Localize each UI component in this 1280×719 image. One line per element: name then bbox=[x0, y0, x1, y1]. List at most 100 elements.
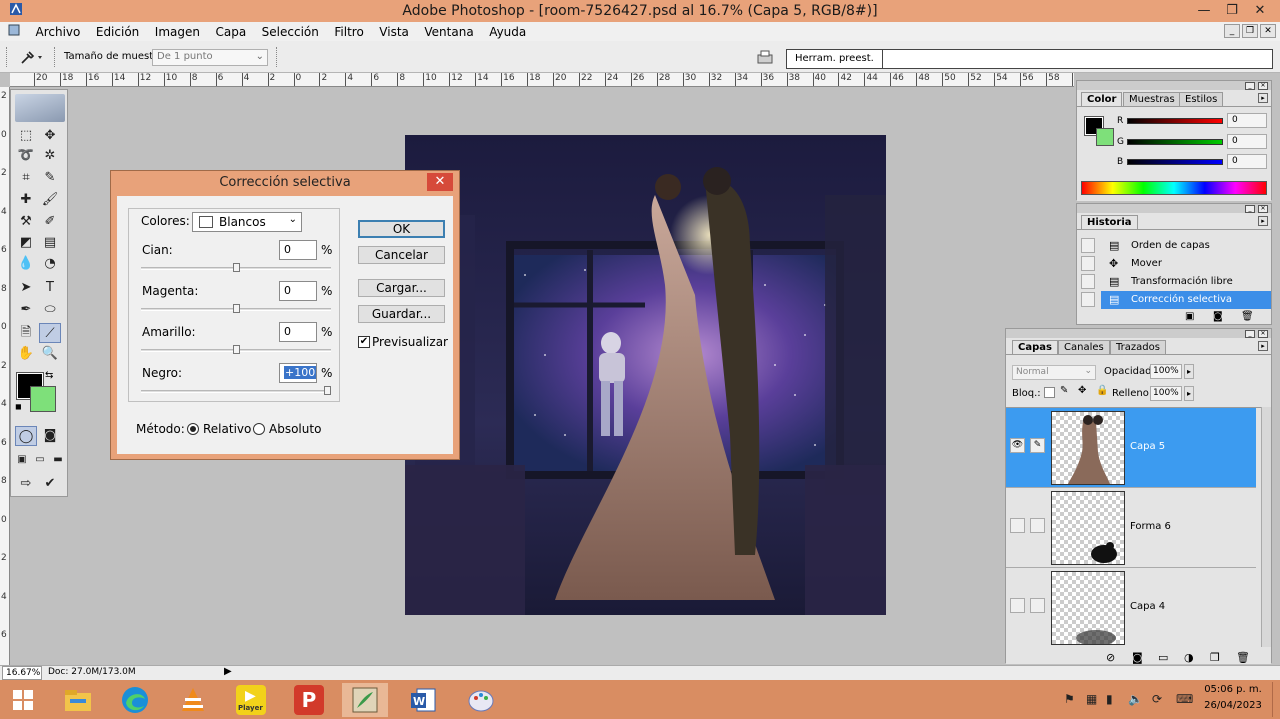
tab-styles[interactable]: Estilos bbox=[1179, 92, 1224, 106]
menu-filtro[interactable]: Filtro bbox=[328, 23, 369, 42]
blue-channel-bar[interactable] bbox=[1127, 159, 1223, 165]
file-browser-icon[interactable] bbox=[756, 49, 774, 68]
magic-wand-tool-icon[interactable]: ✲ bbox=[39, 146, 61, 166]
menu-ayuda[interactable]: Ayuda bbox=[483, 23, 532, 42]
history-palette-header[interactable] bbox=[1077, 204, 1271, 213]
yellow-slider-thumb[interactable] bbox=[232, 345, 240, 354]
color-palette-header[interactable] bbox=[1077, 81, 1271, 90]
palette-minimize-icon[interactable]: _ bbox=[1245, 82, 1255, 90]
palette-close-icon[interactable]: ✕ bbox=[1258, 330, 1268, 338]
brush-tool-icon[interactable]: 🖌 bbox=[39, 190, 61, 210]
menu-seleccion[interactable]: Selección bbox=[256, 23, 325, 42]
gradient-tool-icon[interactable]: ▤ bbox=[39, 233, 61, 253]
sample-size-select[interactable]: De 1 punto ⌄ bbox=[152, 49, 268, 66]
link-toggle[interactable] bbox=[1030, 598, 1045, 613]
swap-colors-icon[interactable]: ⇆ bbox=[45, 370, 53, 381]
load-button[interactable]: Cargar... bbox=[358, 279, 445, 297]
standard-mode-icon[interactable]: ◯ bbox=[15, 426, 37, 446]
word-icon[interactable]: W bbox=[400, 683, 446, 717]
clock-time[interactable]: 05:06 p. m. bbox=[1200, 684, 1266, 695]
clock-date[interactable]: 26/04/2023 bbox=[1200, 700, 1266, 711]
link-toggle[interactable] bbox=[1030, 518, 1045, 533]
wifi-icon[interactable]: ▮ bbox=[1106, 692, 1113, 706]
doc-minimize-icon[interactable]: _ bbox=[1224, 24, 1240, 38]
eye-icon[interactable]: 👁 bbox=[1010, 438, 1025, 453]
restore-icon[interactable]: ❐ bbox=[1218, 2, 1246, 20]
hand-tool-icon[interactable]: ✋ bbox=[15, 344, 37, 364]
start-icon[interactable] bbox=[0, 683, 46, 717]
slice-tool-icon[interactable]: ✎ bbox=[39, 168, 61, 188]
paint-icon[interactable] bbox=[458, 683, 504, 717]
black-slider-track[interactable] bbox=[141, 390, 331, 393]
green-channel-bar[interactable] bbox=[1127, 139, 1223, 145]
flag-icon[interactable]: ⚑ bbox=[1064, 692, 1075, 706]
zoom-tool-icon[interactable]: 🔍 bbox=[39, 344, 61, 364]
fill-arrow-icon[interactable]: ▸ bbox=[1184, 386, 1194, 401]
keyboard-icon[interactable]: ⌨ bbox=[1176, 692, 1193, 706]
lock-image-icon[interactable]: ✎ bbox=[1060, 385, 1068, 396]
dialog-close-button[interactable]: ✕ bbox=[427, 173, 453, 191]
delete-layer-icon[interactable]: 🗑 bbox=[1236, 651, 1250, 664]
imageready-icon[interactable]: ✔ bbox=[39, 474, 61, 494]
menu-vista[interactable]: Vista bbox=[373, 23, 415, 42]
red-channel-bar[interactable] bbox=[1127, 118, 1223, 124]
layer-style-icon[interactable]: ⊘ bbox=[1106, 651, 1115, 664]
black-input[interactable]: +100 bbox=[279, 363, 317, 383]
new-group-icon[interactable]: ▭ bbox=[1158, 651, 1168, 664]
lasso-tool-icon[interactable]: ➰ bbox=[15, 146, 37, 166]
save-button[interactable]: Guardar... bbox=[358, 305, 445, 323]
layer-row[interactable]: Capa 4 bbox=[1006, 568, 1256, 647]
show-desktop-button[interactable] bbox=[1272, 682, 1278, 717]
history-item[interactable]: ▤ Orden de capas bbox=[1101, 237, 1271, 255]
presenter-icon[interactable]: P bbox=[286, 683, 332, 717]
history-snapshot-box[interactable] bbox=[1081, 274, 1095, 289]
palette-menu-icon[interactable]: ▸ bbox=[1258, 216, 1268, 226]
menu-ventana[interactable]: Ventana bbox=[418, 23, 479, 42]
status-menu-arrow-icon[interactable]: ▶ bbox=[224, 666, 232, 677]
cancel-button[interactable]: Cancelar bbox=[358, 246, 445, 264]
type-tool-icon[interactable]: T bbox=[39, 278, 61, 298]
palette-close-icon[interactable]: ✕ bbox=[1258, 82, 1268, 90]
history-item[interactable]: ✥ Mover bbox=[1101, 255, 1271, 273]
clone-stamp-tool-icon[interactable]: ⚒ bbox=[15, 212, 37, 232]
cyan-input[interactable]: 0 bbox=[279, 240, 317, 260]
colors-select[interactable]: Blancos ⌄ bbox=[192, 212, 302, 232]
volume-icon[interactable]: 🔈 bbox=[1128, 692, 1143, 706]
history-snapshot-box[interactable] bbox=[1081, 256, 1095, 271]
tab-channels[interactable]: Canales bbox=[1058, 340, 1110, 354]
blend-mode-select[interactable]: Normal ⌄ bbox=[1012, 365, 1096, 380]
history-snapshot-box[interactable] bbox=[1081, 238, 1095, 253]
menu-archivo[interactable]: Archivo bbox=[30, 23, 87, 42]
layers-scrollbar[interactable] bbox=[1261, 407, 1271, 647]
default-colors-icon[interactable]: ◼ bbox=[15, 402, 22, 411]
black-slider-thumb[interactable] bbox=[324, 386, 331, 395]
palette-well[interactable]: Herram. preest. bbox=[786, 49, 1273, 69]
green-channel-value[interactable]: 0 bbox=[1227, 134, 1267, 149]
palette-close-icon[interactable]: ✕ bbox=[1258, 205, 1268, 213]
visibility-toggle[interactable] bbox=[1010, 598, 1025, 613]
tab-color[interactable]: Color bbox=[1081, 92, 1123, 106]
full-screen-menu-mode-icon[interactable]: ▭ bbox=[31, 450, 49, 470]
crop-tool-icon[interactable]: ⌗ bbox=[15, 168, 37, 188]
eraser-tool-icon[interactable]: ◩ bbox=[15, 233, 37, 253]
delete-state-icon[interactable]: 🗑 bbox=[1241, 311, 1254, 322]
opacity-arrow-icon[interactable]: ▸ bbox=[1184, 364, 1194, 379]
adjustment-layer-icon[interactable]: ◑ bbox=[1184, 651, 1194, 664]
palette-menu-icon[interactable]: ▸ bbox=[1258, 93, 1268, 103]
visibility-toggle[interactable] bbox=[1010, 518, 1025, 533]
doc-close-icon[interactable]: ✕ bbox=[1260, 24, 1276, 38]
opacity-input[interactable]: 100% bbox=[1150, 364, 1182, 379]
new-layer-icon[interactable]: ❐ bbox=[1210, 651, 1220, 664]
marquee-tool-icon[interactable]: ⬚ bbox=[15, 126, 37, 146]
background-color-swatch[interactable] bbox=[30, 386, 56, 412]
palette-minimize-icon[interactable]: _ bbox=[1245, 330, 1255, 338]
palette-menu-icon[interactable]: ▸ bbox=[1258, 341, 1268, 351]
pen-tool-icon[interactable]: ✒ bbox=[15, 300, 37, 320]
dodge-tool-icon[interactable]: ◔ bbox=[39, 254, 61, 274]
tab-history[interactable]: Historia bbox=[1081, 215, 1138, 229]
new-document-from-state-icon[interactable]: ▣ bbox=[1185, 311, 1194, 322]
red-channel-value[interactable]: 0 bbox=[1227, 113, 1267, 128]
healing-brush-tool-icon[interactable]: ✚ bbox=[15, 190, 37, 210]
eyedropper-tool-icon[interactable]: ⟋ bbox=[39, 323, 61, 343]
network-app-icon[interactable]: ▦ bbox=[1086, 692, 1097, 706]
